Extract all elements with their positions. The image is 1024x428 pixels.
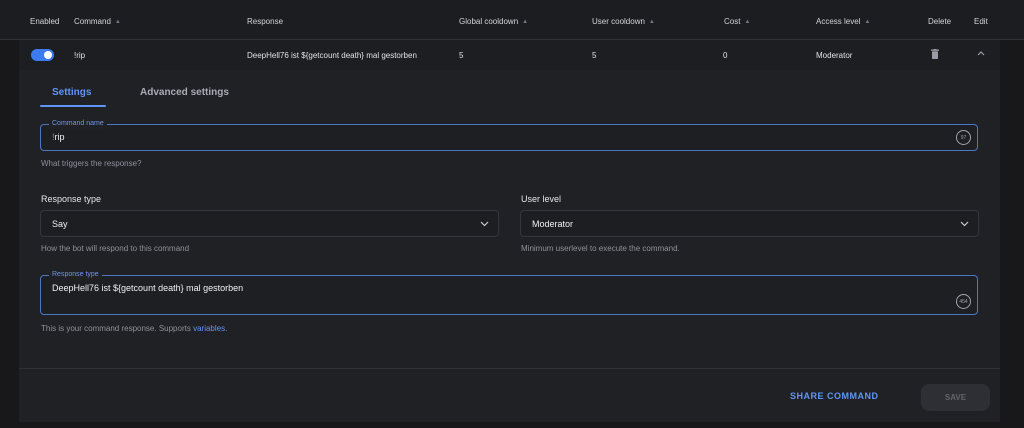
tab-advanced-settings[interactable]: Advanced settings — [140, 87, 229, 98]
response-type-select[interactable]: Say — [40, 210, 499, 237]
chevron-down-icon — [960, 221, 969, 227]
row-command: !rip — [74, 51, 86, 60]
active-tab-indicator — [40, 105, 106, 107]
table-row: !rip DeepHell76 ist ${getcount death} ma… — [19, 40, 1000, 70]
trash-icon[interactable] — [931, 49, 939, 59]
sort-arrow-icon: ▲ — [864, 18, 871, 25]
variables-link[interactable]: variables — [193, 324, 225, 333]
sort-arrow-icon: ▲ — [648, 18, 655, 25]
header-user-cooldown[interactable]: User cooldown ▲ — [592, 17, 655, 26]
command-edit-panel: Settings Advanced settings Command name … — [19, 70, 1000, 422]
header-access-level[interactable]: Access level ▲ — [816, 17, 870, 26]
header-edit: Edit — [974, 17, 988, 26]
user-level-value: Moderator — [532, 219, 574, 229]
header-delete: Delete — [928, 17, 952, 26]
response-field[interactable]: Response type DeepHell76 ist ${getcount … — [40, 270, 978, 315]
header-enabled: Enabled — [30, 17, 60, 26]
user-level-section-label: User level — [521, 194, 562, 204]
header-global-cooldown[interactable]: Global cooldown ▲ — [459, 17, 528, 26]
command-name-label: Command name — [49, 119, 107, 129]
row-response: DeepHell76 ist ${getcount death} mal ges… — [247, 51, 417, 60]
row-global-cooldown: 5 — [459, 51, 464, 60]
header-command[interactable]: Command ▲ — [74, 17, 121, 26]
enabled-toggle[interactable] — [31, 49, 54, 61]
header-response: Response — [247, 17, 284, 26]
row-cost: 0 — [723, 51, 728, 60]
response-counter: 454 — [956, 294, 971, 309]
user-level-helper: Minimum userlevel to execute the command… — [521, 244, 680, 253]
header-cost[interactable]: Cost ▲ — [724, 17, 750, 26]
sort-arrow-icon: ▲ — [522, 18, 529, 25]
response-field-label: Response type — [49, 270, 102, 280]
user-level-select[interactable]: Moderator — [520, 210, 979, 237]
command-name-helper: What triggers the response? — [41, 159, 142, 168]
sort-arrow-icon: ▲ — [744, 18, 751, 25]
response-type-section-label: Response type — [41, 194, 102, 204]
chevron-up-icon[interactable] — [977, 50, 985, 56]
response-type-value: Say — [52, 219, 68, 229]
toggle-knob — [44, 51, 52, 59]
table-header: Enabled Command ▲ Response Global cooldow… — [0, 0, 1024, 40]
response-helper: This is your command response. Supports … — [41, 324, 228, 333]
response-value: DeepHell76 ist ${getcount death} mal ges… — [52, 283, 244, 293]
response-type-helper: How the bot will respond to this command — [41, 244, 190, 253]
tab-settings[interactable]: Settings — [52, 87, 91, 98]
share-command-button[interactable]: SHARE COMMAND — [790, 391, 879, 401]
footer-divider — [19, 368, 1000, 369]
chevron-down-icon — [480, 221, 489, 227]
command-name-field[interactable]: Command name !rip 97 — [40, 119, 978, 151]
command-name-counter: 97 — [956, 130, 971, 145]
command-name-value: !rip — [52, 132, 65, 142]
row-user-cooldown: 5 — [592, 51, 597, 60]
row-access-level: Moderator — [816, 51, 853, 60]
save-button[interactable]: SAVE — [921, 384, 990, 411]
sort-arrow-icon: ▲ — [114, 18, 121, 25]
